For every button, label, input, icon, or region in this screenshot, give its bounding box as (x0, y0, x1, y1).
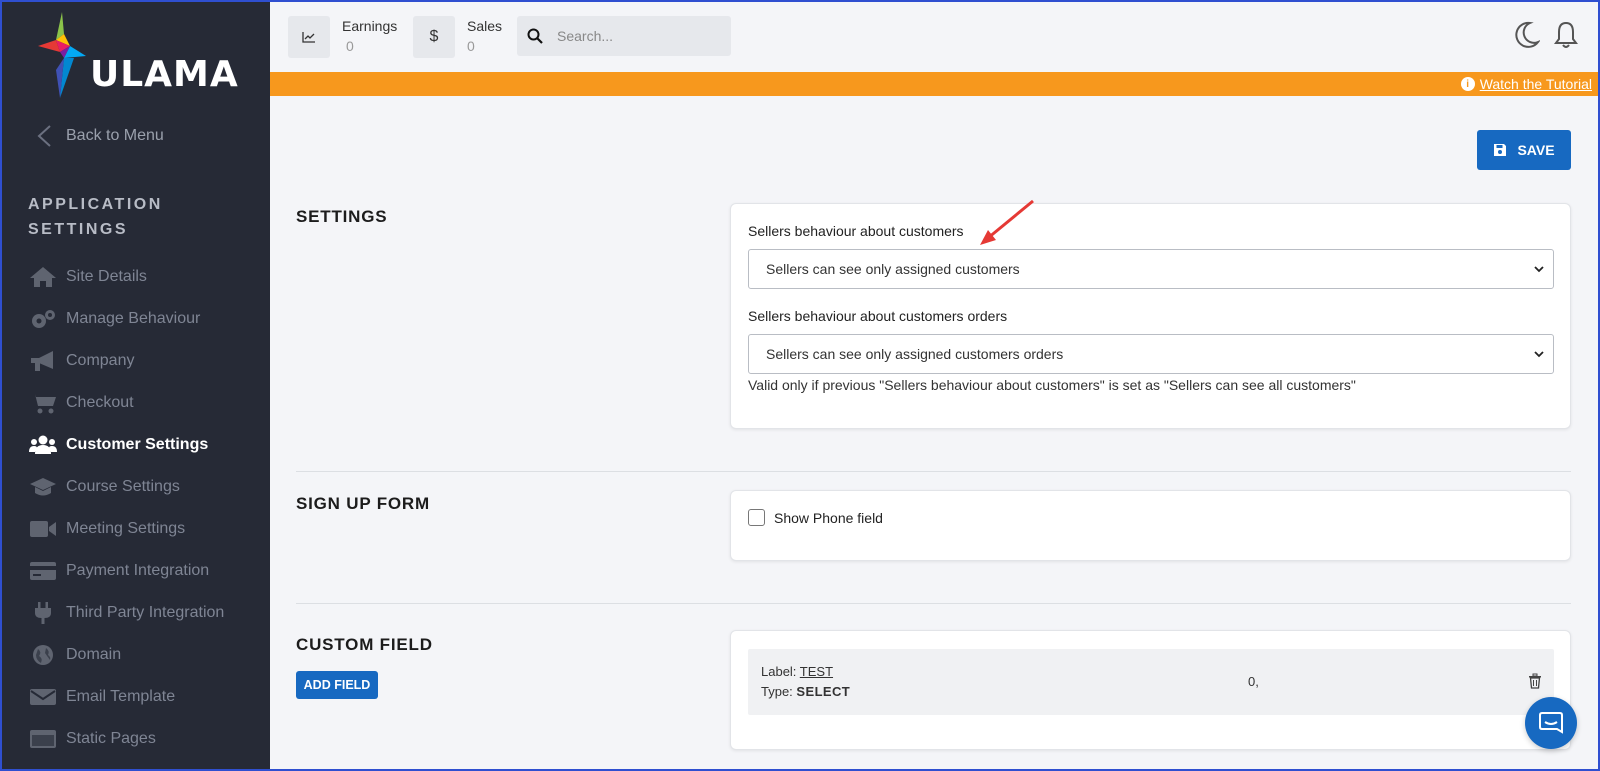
show-phone-checkbox[interactable] (748, 509, 765, 526)
plug-icon (28, 601, 58, 625)
custom-field-row: Label: TEST Type: SELECT 0, (748, 649, 1554, 715)
add-field-button[interactable]: ADD FIELD (296, 671, 378, 699)
orders-help-text: Valid only if previous "Sellers behaviou… (748, 377, 1356, 393)
video-icon (28, 517, 58, 541)
custom-field-label-line: Label: TEST (761, 664, 833, 679)
search-icon (527, 28, 543, 44)
sidebar-item-label: Domain (66, 646, 122, 663)
sidebar-item-manage-behaviour[interactable]: Manage Behaviour (28, 298, 264, 340)
sidebar-item-label: Site Details (66, 268, 147, 285)
sidebar-item-course-settings[interactable]: Course Settings (28, 466, 264, 508)
show-phone-row[interactable]: Show Phone field (748, 509, 883, 526)
custom-field-label-link[interactable]: TEST (800, 664, 833, 679)
sidebar-item-label: Company (66, 352, 135, 369)
moon-icon[interactable] (1512, 20, 1540, 50)
dollar-icon: $ (413, 16, 455, 58)
home-icon (28, 265, 58, 289)
watch-tutorial-link[interactable]: Watch the Tutorial (1480, 76, 1592, 92)
tutorial-banner: i Watch the Tutorial (270, 72, 1600, 96)
annotation-arrow-icon (980, 199, 1034, 245)
sidebar-item-email-template[interactable]: Email Template (28, 676, 264, 718)
type-prefix: Type: (761, 684, 797, 699)
chevron-down-icon (1534, 266, 1544, 273)
bird-logo-icon (38, 12, 86, 98)
sidebar-item-company[interactable]: Company (28, 340, 264, 382)
section-title: APPLICATION SETTINGS (28, 196, 163, 238)
section-divider (296, 471, 1571, 472)
brand-name: ULAMA (90, 54, 239, 95)
save-button[interactable]: SAVE (1477, 130, 1571, 170)
sidebar-item-third-party-integration[interactable]: Third Party Integration (28, 592, 264, 634)
custom-field-type-value: SELECT (796, 684, 851, 699)
globe-icon (28, 643, 58, 667)
sidebar-item-label: Payment Integration (66, 562, 210, 579)
orders-behaviour-select[interactable]: Sellers can see only assigned customers … (748, 334, 1554, 374)
sidebar-item-label: Email Template (66, 688, 176, 705)
sidebar-item-label: Checkout (66, 394, 134, 411)
sidebar-item-meeting-settings[interactable]: Meeting Settings (28, 508, 264, 550)
chevron-left-icon (37, 125, 51, 147)
earnings-value: 0 (346, 38, 354, 54)
floppy-disk-icon (1494, 144, 1507, 156)
search-box (517, 16, 731, 56)
credit-card-icon (28, 559, 58, 583)
back-to-menu-label: Back to Menu (66, 127, 164, 144)
trash-icon[interactable] (1528, 673, 1542, 689)
sidebar-item-domain[interactable]: Domain (28, 634, 264, 676)
chat-icon (1539, 712, 1563, 734)
signup-card: Show Phone field (730, 490, 1571, 561)
search-input[interactable] (557, 28, 707, 44)
orders-behaviour-label: Sellers behaviour about customers orders (748, 308, 1008, 324)
sidebar-item-static-pages[interactable]: Static Pages (28, 718, 264, 760)
sales-value: 0 (467, 38, 475, 54)
sidebar-item-label: Course Settings (66, 478, 180, 495)
label-prefix: Label: (761, 664, 800, 679)
megaphone-icon (28, 349, 58, 373)
back-to-menu-link[interactable]: Back to Menu (34, 122, 164, 150)
bell-icon[interactable] (1552, 20, 1580, 50)
sidebar-item-label: Third Party Integration (66, 604, 225, 621)
window-icon (28, 727, 58, 751)
section-divider (296, 603, 1571, 604)
custom-field-options: 0, (1248, 674, 1259, 689)
customers-behaviour-select[interactable]: Sellers can see only assigned customers (748, 249, 1554, 289)
graduation-cap-icon (28, 475, 58, 499)
sidebar-item-label: Static Pages (66, 730, 156, 747)
customers-behaviour-label: Sellers behaviour about customers (748, 223, 964, 239)
cart-icon (28, 391, 58, 415)
settings-heading: SETTINGS (296, 207, 388, 226)
gears-icon (28, 307, 58, 331)
sidebar-item-label: Customer Settings (66, 436, 209, 453)
custom-field-heading: CUSTOM FIELD (296, 635, 433, 654)
sidebar-item-label: Meeting Settings (66, 520, 186, 537)
sidebar-item-payment-integration[interactable]: Payment Integration (28, 550, 264, 592)
info-icon: i (1460, 77, 1475, 91)
sidebar-item-site-details[interactable]: Site Details (28, 256, 264, 298)
orders-behaviour-value: Sellers can see only assigned customers … (766, 346, 1064, 362)
save-button-label: SAVE (1517, 142, 1555, 158)
sidebar-item-label: Manage Behaviour (66, 310, 201, 327)
sidebar: ULAMA Back to Menu APPLICATION SETTINGS … (0, 0, 270, 771)
show-phone-label: Show Phone field (774, 509, 883, 526)
brand-logo[interactable]: ULAMA (34, 12, 244, 102)
custom-field-type-line: Type: SELECT (761, 684, 850, 699)
sales-label: Sales (467, 18, 503, 34)
earnings-label: Earnings (342, 18, 398, 34)
earnings-icon (288, 16, 330, 58)
users-icon (28, 433, 58, 457)
sidebar-item-checkout[interactable]: Checkout (28, 382, 264, 424)
chevron-down-icon (1534, 351, 1544, 358)
customers-behaviour-value: Sellers can see only assigned customers (766, 261, 1020, 277)
settings-card: Sellers behaviour about customers Seller… (730, 203, 1571, 429)
settings-nav: Site Details Manage Behaviour Company Ch… (28, 256, 264, 760)
custom-field-card: Label: TEST Type: SELECT 0, (730, 630, 1571, 750)
signup-heading: SIGN UP FORM (296, 494, 430, 513)
envelope-icon (28, 685, 58, 709)
sidebar-item-customer-settings[interactable]: Customer Settings (28, 424, 264, 466)
chat-launcher-button[interactable] (1525, 697, 1577, 749)
topbar: Earnings 0 $ Sales 0 (270, 0, 1600, 72)
